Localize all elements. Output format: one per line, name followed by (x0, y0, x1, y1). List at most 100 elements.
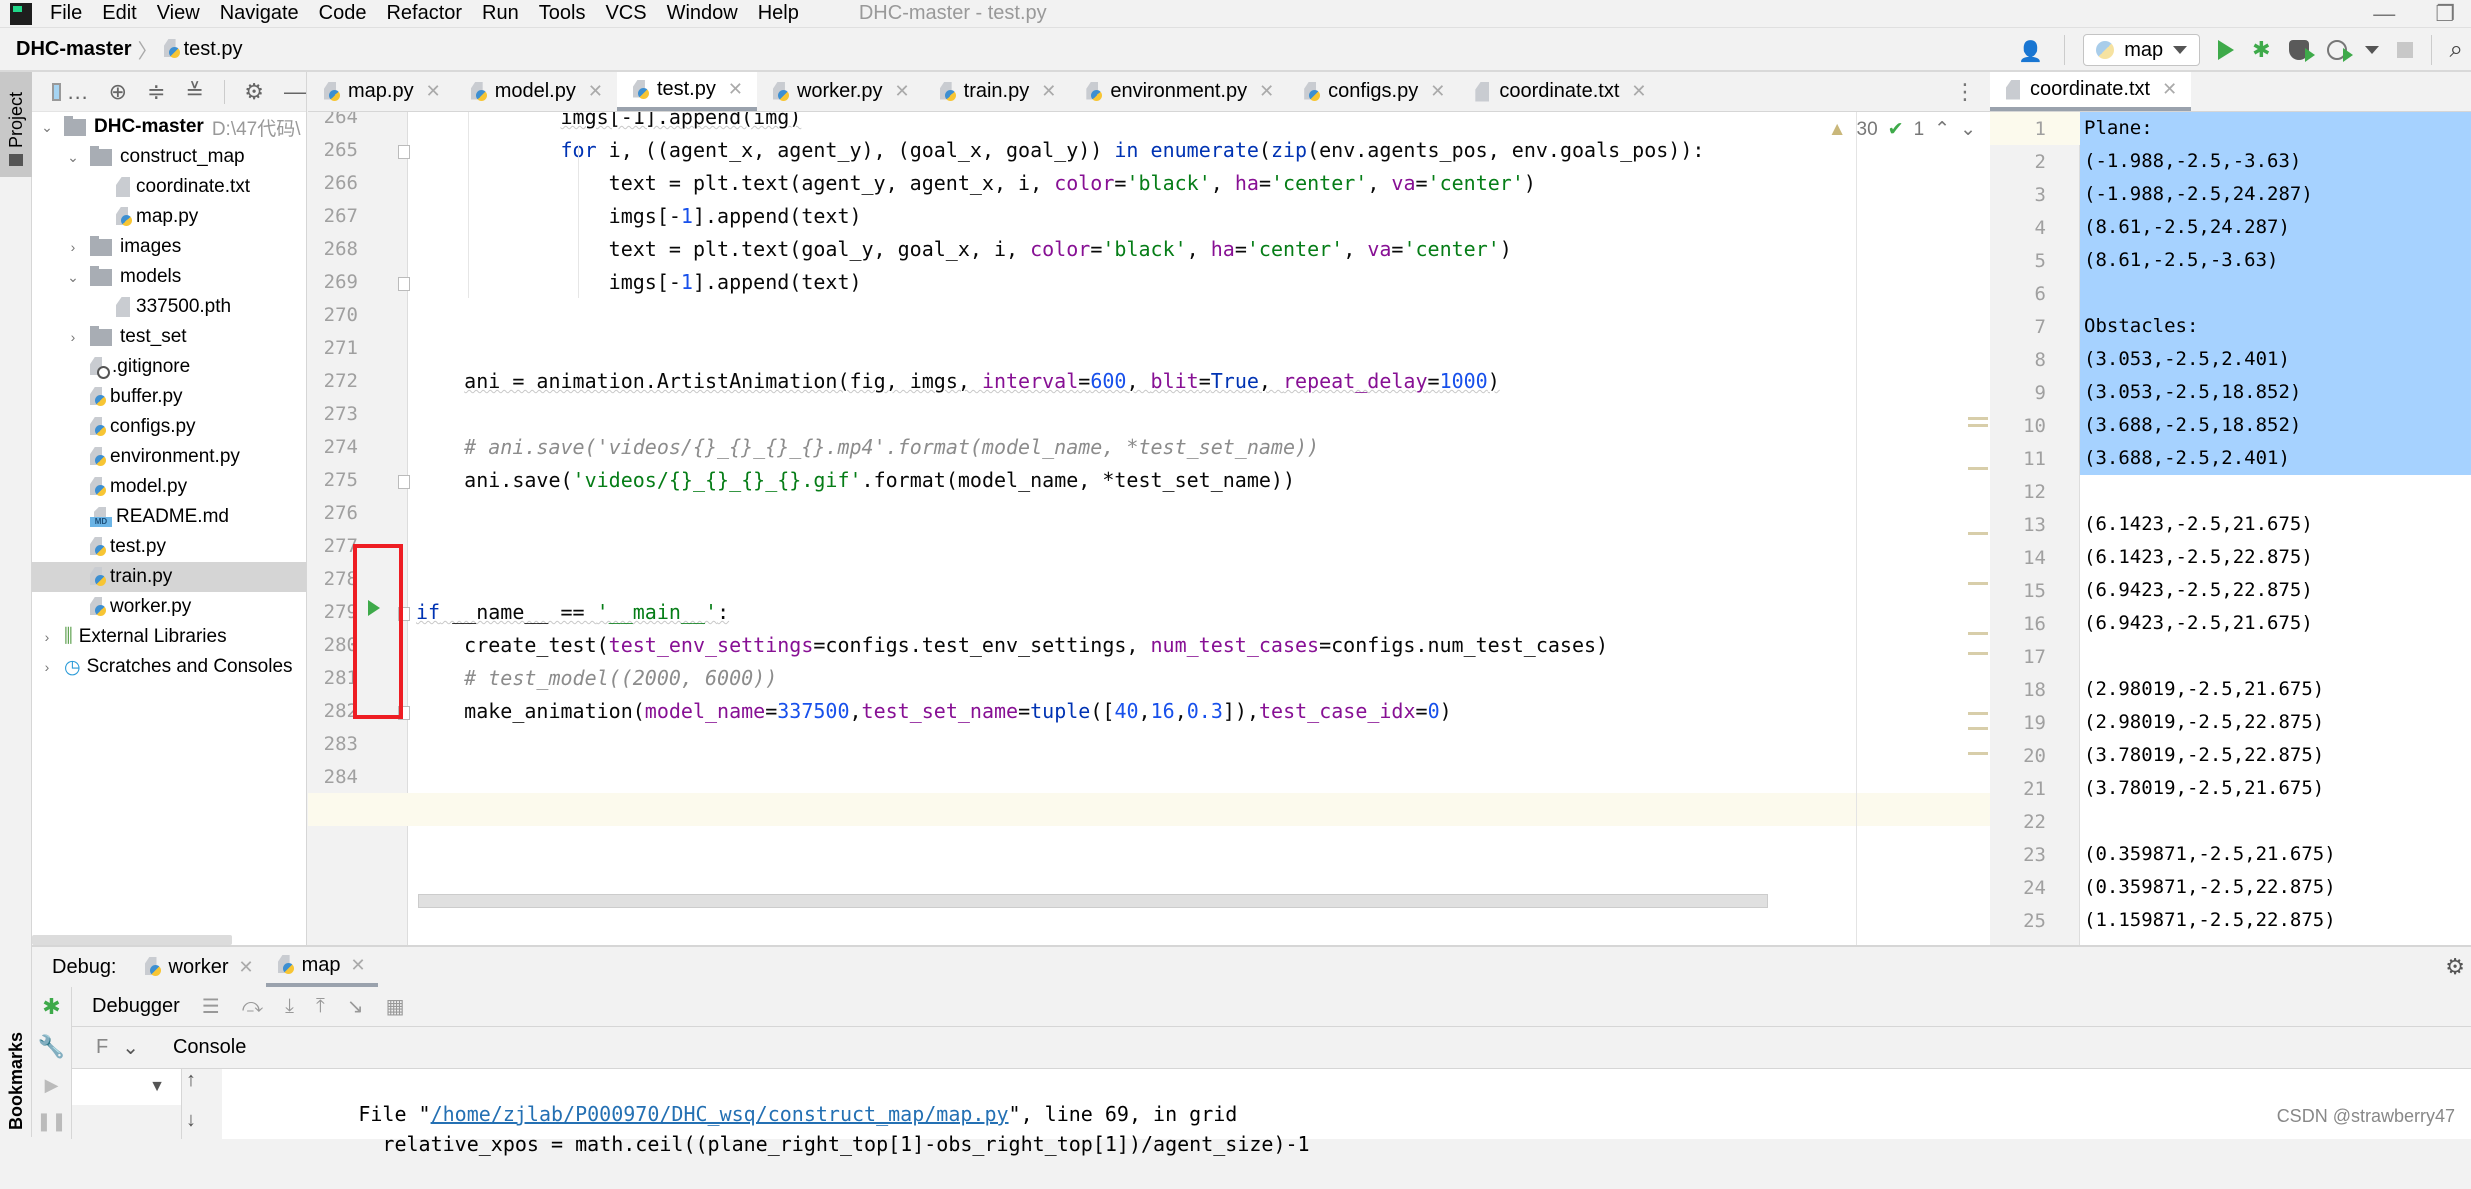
run-gutter-icon[interactable] (368, 600, 380, 616)
scroll-down-icon[interactable]: ↓ (186, 1109, 196, 1132)
close-icon[interactable]: ✕ (588, 81, 603, 102)
tab-configs-py[interactable]: configs.py✕ (1288, 72, 1459, 111)
pause-icon[interactable]: ❚❚ (32, 1103, 71, 1139)
close-icon[interactable]: ✕ (1259, 81, 1274, 102)
tree-item-readme-md[interactable]: README.md (32, 502, 306, 532)
more-run-options-icon[interactable] (2365, 46, 2379, 54)
fold-marker-icon[interactable] (398, 145, 410, 159)
more-icon[interactable]: … (67, 79, 89, 105)
minimize-icon[interactable]: — (2373, 1, 2395, 27)
chevron-down-icon[interactable]: ⌄ (40, 119, 54, 136)
collapse-all-icon[interactable]: ≚ (186, 79, 204, 105)
menu-file[interactable]: File (50, 2, 82, 25)
chevron-down-icon[interactable]: ⌄ (122, 1035, 139, 1060)
run-to-cursor-icon[interactable]: ↘ (347, 994, 364, 1019)
breadcrumb-project[interactable]: DHC-master (16, 38, 132, 61)
tab-map-py[interactable]: map.py✕ (308, 72, 455, 111)
tree-item-scratches[interactable]: ›◷Scratches and Consoles (32, 652, 306, 682)
tree-item-coordinate-txt[interactable]: coordinate.txt (32, 172, 306, 202)
locate-icon[interactable]: ⊕ (109, 79, 127, 105)
error-stripe-mark[interactable] (1968, 582, 1988, 585)
frames-label[interactable]: F (96, 1036, 108, 1059)
profile-icon[interactable] (2327, 40, 2347, 60)
restore-icon[interactable]: ❐ (2435, 1, 2455, 27)
close-icon[interactable]: ✕ (1041, 81, 1056, 102)
fold-marker-icon[interactable] (398, 277, 410, 291)
console-output[interactable]: File "/home/zjlab/P000970/DHC_wsq/constr… (222, 1069, 2471, 1139)
frames-dropdown[interactable]: ▼ (72, 1069, 181, 1105)
error-stripe-mark[interactable] (1968, 467, 1988, 470)
resume-icon[interactable]: ▶ (32, 1067, 71, 1103)
error-stripe-mark[interactable] (1968, 417, 1988, 420)
stop-icon[interactable] (2397, 42, 2413, 58)
menu-run[interactable]: Run (482, 2, 519, 25)
close-icon[interactable]: ✕ (426, 81, 441, 102)
menu-navigate[interactable]: Navigate (220, 2, 299, 25)
gear-icon[interactable]: ⚙ (2445, 954, 2465, 980)
evaluate-icon[interactable]: ▦ (386, 994, 405, 1019)
tab-coordinate-txt[interactable]: coordinate.txt ✕ (1990, 72, 2191, 111)
hide-icon[interactable]: — (284, 79, 306, 105)
menu-vcs[interactable]: VCS (605, 2, 646, 25)
error-stripe-mark[interactable] (1968, 424, 1988, 427)
tree-item-root[interactable]: ⌄DHC-masterD:\47代码\ (32, 112, 306, 142)
tree-item-map-py[interactable]: map.py (32, 202, 306, 232)
menu-help[interactable]: Help (758, 2, 799, 25)
step-into-icon[interactable]: ⤓ (285, 995, 294, 1018)
close-icon[interactable]: ✕ (1631, 81, 1646, 102)
tree-item-external-libraries[interactable]: ›⫼External Libraries (32, 622, 306, 652)
close-icon[interactable]: ✕ (239, 957, 254, 978)
tree-item-test-py[interactable]: test.py (32, 532, 306, 562)
tree-item-worker-py[interactable]: worker.py (32, 592, 306, 622)
menu-tools[interactable]: Tools (539, 2, 586, 25)
close-icon[interactable]: ✕ (895, 81, 910, 102)
tree-item-337500-pth[interactable]: 337500.pth (32, 292, 306, 322)
project-tool-tab[interactable]: Project (0, 72, 32, 177)
close-icon[interactable]: ✕ (2162, 79, 2177, 100)
error-stripe-mark[interactable] (1968, 632, 1988, 635)
error-stripe-mark[interactable] (1968, 752, 1988, 755)
chevron-down-icon[interactable]: ⌄ (66, 149, 80, 166)
run-icon[interactable] (2218, 40, 2234, 60)
close-icon[interactable]: ✕ (1430, 81, 1445, 102)
search-icon[interactable]: ⌕ (2450, 36, 2463, 64)
debug-icon[interactable]: ✱ (2252, 37, 2270, 63)
chevron-right-icon[interactable]: › (66, 329, 80, 345)
fold-marker-icon[interactable] (398, 475, 410, 489)
menu-window[interactable]: Window (667, 2, 738, 25)
debug-tab-map[interactable]: map ✕ (266, 947, 378, 987)
wrench-icon[interactable]: 🔧 (32, 1027, 71, 1067)
bookmarks-tool-tab[interactable]: Bookmarks (0, 1030, 32, 1140)
tab-coordinate-txt[interactable]: coordinate.txt✕ (1459, 72, 1660, 111)
tree-item-models[interactable]: ⌄models (32, 262, 306, 292)
chevron-right-icon[interactable]: › (40, 629, 54, 645)
step-over-icon[interactable]: ⤼ (242, 995, 263, 1018)
error-stripe-mark[interactable] (1968, 727, 1988, 730)
tree-item-test-set[interactable]: ›test_set (32, 322, 306, 352)
gear-icon[interactable]: ⚙ (244, 79, 264, 105)
previous-highlight-icon[interactable]: ⌃ (1934, 118, 1950, 141)
user-icon[interactable]: 👤▾ (2018, 39, 2046, 61)
coverage-icon[interactable] (2289, 40, 2309, 60)
tree-item-configs-py[interactable]: configs.py (32, 412, 306, 442)
project-view-icon[interactable] (52, 83, 61, 101)
inspection-widget[interactable]: ▲ 30 ✔ 1 ⌃ ⌄ (1828, 118, 1976, 141)
step-out-icon[interactable]: ⤒ (316, 995, 325, 1018)
menu-code[interactable]: Code (319, 2, 367, 25)
menu-view[interactable]: View (157, 2, 200, 25)
debug-tab-worker[interactable]: worker ✕ (133, 947, 266, 987)
tree-item-buffer-py[interactable]: buffer.py (32, 382, 306, 412)
close-icon[interactable]: ✕ (728, 79, 743, 100)
tree-item-train-py[interactable]: train.py (32, 562, 306, 592)
console-tab[interactable]: Console (173, 1036, 246, 1059)
project-horizontal-scrollbar[interactable] (32, 935, 232, 945)
tree-item-environment-py[interactable]: environment.py (32, 442, 306, 472)
run-config-selector[interactable]: map (2083, 34, 2200, 66)
chevron-down-icon[interactable]: ⌄ (66, 269, 80, 286)
breadcrumb-file[interactable]: test.py (184, 38, 243, 61)
code-editor[interactable]: 2642652662672682692702712722732742752762… (308, 112, 1990, 945)
editor-horizontal-scrollbar[interactable] (418, 894, 1768, 908)
tab-environment-py[interactable]: environment.py✕ (1070, 72, 1288, 111)
chevron-right-icon[interactable]: › (40, 659, 54, 675)
threads-icon[interactable]: ☰ (202, 994, 220, 1019)
